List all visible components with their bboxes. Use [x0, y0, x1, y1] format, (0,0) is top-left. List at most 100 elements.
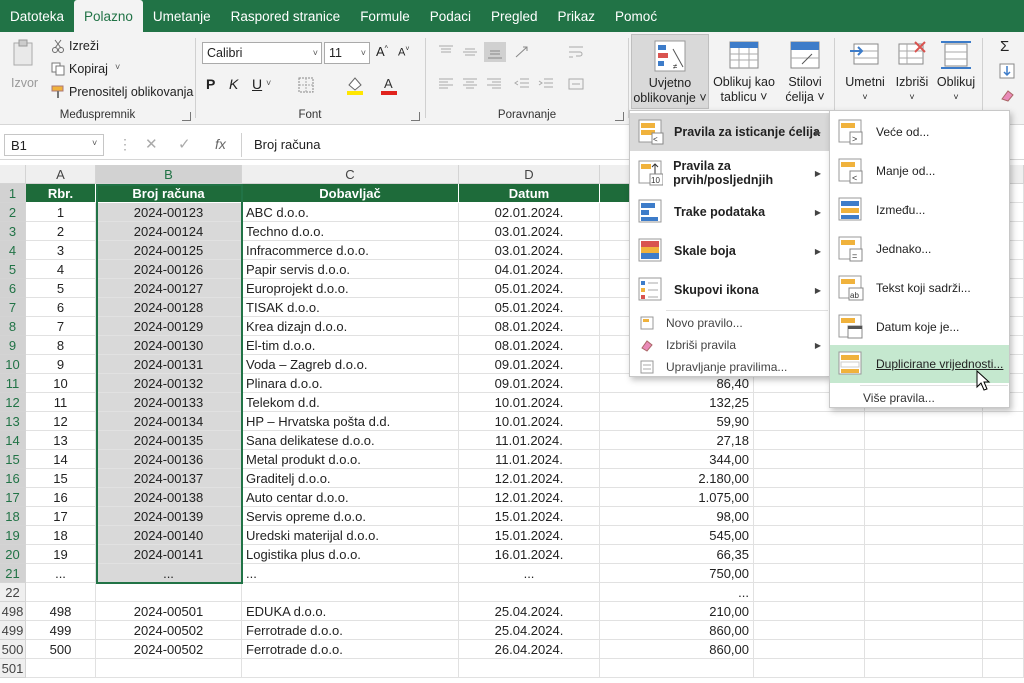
cell[interactable]: 2024-00129	[96, 317, 242, 336]
cell[interactable]	[865, 450, 983, 469]
align-top-icon[interactable]	[436, 44, 456, 60]
tab-pomoc[interactable]: Pomoć	[605, 0, 667, 32]
cell[interactable]	[242, 659, 459, 678]
cell[interactable]: 08.01.2024.	[459, 336, 600, 355]
tab-formule[interactable]: Formule	[350, 0, 420, 32]
cell[interactable]	[754, 526, 865, 545]
cell[interactable]	[754, 469, 865, 488]
cell[interactable]: 02.01.2024.	[459, 203, 600, 222]
cell[interactable]: 500	[26, 640, 96, 659]
row-header[interactable]: 7	[0, 298, 26, 317]
italic-button[interactable]: K	[229, 76, 238, 92]
header-cell[interactable]: Datum	[459, 184, 600, 203]
merge-center-icon[interactable]	[566, 76, 586, 92]
cell[interactable]: 14	[26, 450, 96, 469]
cell[interactable]	[983, 564, 1024, 583]
menu-data-bars[interactable]: Trake podataka ▶	[630, 193, 829, 231]
cell[interactable]: 2024-00130	[96, 336, 242, 355]
cell[interactable]: Servis opreme d.o.o.	[242, 507, 459, 526]
cell[interactable]	[865, 431, 983, 450]
cell[interactable]: 132,25	[600, 393, 754, 412]
row-header[interactable]: 5	[0, 260, 26, 279]
cell[interactable]: Plinara d.o.o.	[242, 374, 459, 393]
cell[interactable]	[983, 621, 1024, 640]
cell[interactable]	[983, 526, 1024, 545]
cell[interactable]: 04.01.2024.	[459, 260, 600, 279]
tab-datoteka[interactable]: Datoteka	[0, 0, 74, 32]
cell[interactable]	[865, 469, 983, 488]
cell[interactable]	[865, 564, 983, 583]
cell[interactable]	[754, 450, 865, 469]
cell[interactable]: 10	[26, 374, 96, 393]
cell[interactable]	[754, 621, 865, 640]
cell[interactable]: Voda – Zagreb d.o.o.	[242, 355, 459, 374]
cut-button[interactable]: Izreži	[69, 39, 99, 53]
paste-icon[interactable]	[10, 38, 38, 70]
cell[interactable]	[754, 640, 865, 659]
name-box-dropdown-icon[interactable]: ˅	[92, 138, 97, 148]
row-header[interactable]: 8	[0, 317, 26, 336]
cell[interactable]: 25.04.2024.	[459, 621, 600, 640]
cell[interactable]: Techno d.o.o.	[242, 222, 459, 241]
cell[interactable]: 2024-00133	[96, 393, 242, 412]
cell[interactable]	[754, 602, 865, 621]
clear-icon[interactable]	[998, 86, 1016, 104]
cell-styles-button[interactable]: Stilovi ćelija ˅	[779, 34, 831, 109]
cell[interactable]: 15.01.2024.	[459, 526, 600, 545]
cell[interactable]: 498	[26, 602, 96, 621]
cell[interactable]: 499	[26, 621, 96, 640]
cell[interactable]: 860,00	[600, 640, 754, 659]
delete-cells-button[interactable]: Izbriši ˅	[890, 34, 934, 109]
cell[interactable]	[983, 507, 1024, 526]
row-header[interactable]: 10	[0, 355, 26, 374]
cell[interactable]	[242, 583, 459, 602]
row-header[interactable]: 500	[0, 640, 26, 659]
format-cells-button[interactable]: Oblikuj ˅	[934, 34, 978, 109]
cell[interactable]: Auto centar d.o.o.	[242, 488, 459, 507]
cell[interactable]	[459, 659, 600, 678]
cell[interactable]: 08.01.2024.	[459, 317, 600, 336]
row-header[interactable]: 501	[0, 659, 26, 678]
row-header[interactable]: 9	[0, 336, 26, 355]
fill-color-icon[interactable]	[344, 74, 366, 96]
cell[interactable]: 15	[26, 469, 96, 488]
cell[interactable]: 2024-00136	[96, 450, 242, 469]
cell[interactable]: 2024-00123	[96, 203, 242, 222]
cell[interactable]: 15.01.2024.	[459, 507, 600, 526]
cell[interactable]: 2	[26, 222, 96, 241]
row-header[interactable]: 6	[0, 279, 26, 298]
cell[interactable]: 2024-00501	[96, 602, 242, 621]
cell[interactable]	[983, 488, 1024, 507]
bold-button[interactable]: P	[206, 76, 215, 92]
cell[interactable]: 2024-00131	[96, 355, 242, 374]
cell[interactable]: 2024-00137	[96, 469, 242, 488]
cell[interactable]: 98,00	[600, 507, 754, 526]
cell[interactable]: 545,00	[600, 526, 754, 545]
row-header[interactable]: 16	[0, 469, 26, 488]
tab-pregled[interactable]: Pregled	[481, 0, 548, 32]
cell[interactable]: 2024-00138	[96, 488, 242, 507]
row-header[interactable]: 3	[0, 222, 26, 241]
select-all-corner[interactable]	[0, 165, 26, 184]
tab-umetanje[interactable]: Umetanje	[143, 0, 221, 32]
cell[interactable]: 2024-00502	[96, 621, 242, 640]
menu-top-bottom-rules[interactable]: 10 Pravila za prvih/posljednjih ▶	[630, 154, 829, 192]
cell[interactable]	[983, 545, 1024, 564]
clipboard-launcher[interactable]	[182, 112, 191, 121]
cell[interactable]: 344,00	[600, 450, 754, 469]
cell[interactable]	[754, 507, 865, 526]
increase-indent-icon[interactable]	[536, 76, 556, 92]
align-bottom-icon[interactable]	[484, 42, 506, 62]
tab-raspored-stranice[interactable]: Raspored stranice	[221, 0, 351, 32]
cell[interactable]	[983, 431, 1024, 450]
cell[interactable]: 8	[26, 336, 96, 355]
cell[interactable]: Telekom d.d.	[242, 393, 459, 412]
insert-function-button[interactable]: fx	[215, 136, 226, 152]
cell[interactable]: 2024-00126	[96, 260, 242, 279]
decrease-indent-icon[interactable]	[512, 76, 532, 92]
header-cell[interactable]: Rbr.	[26, 184, 96, 203]
cell[interactable]: Metal produkt d.o.o.	[242, 450, 459, 469]
cell[interactable]: 18	[26, 526, 96, 545]
cell[interactable]	[983, 412, 1024, 431]
cell[interactable]: 2024-00135	[96, 431, 242, 450]
